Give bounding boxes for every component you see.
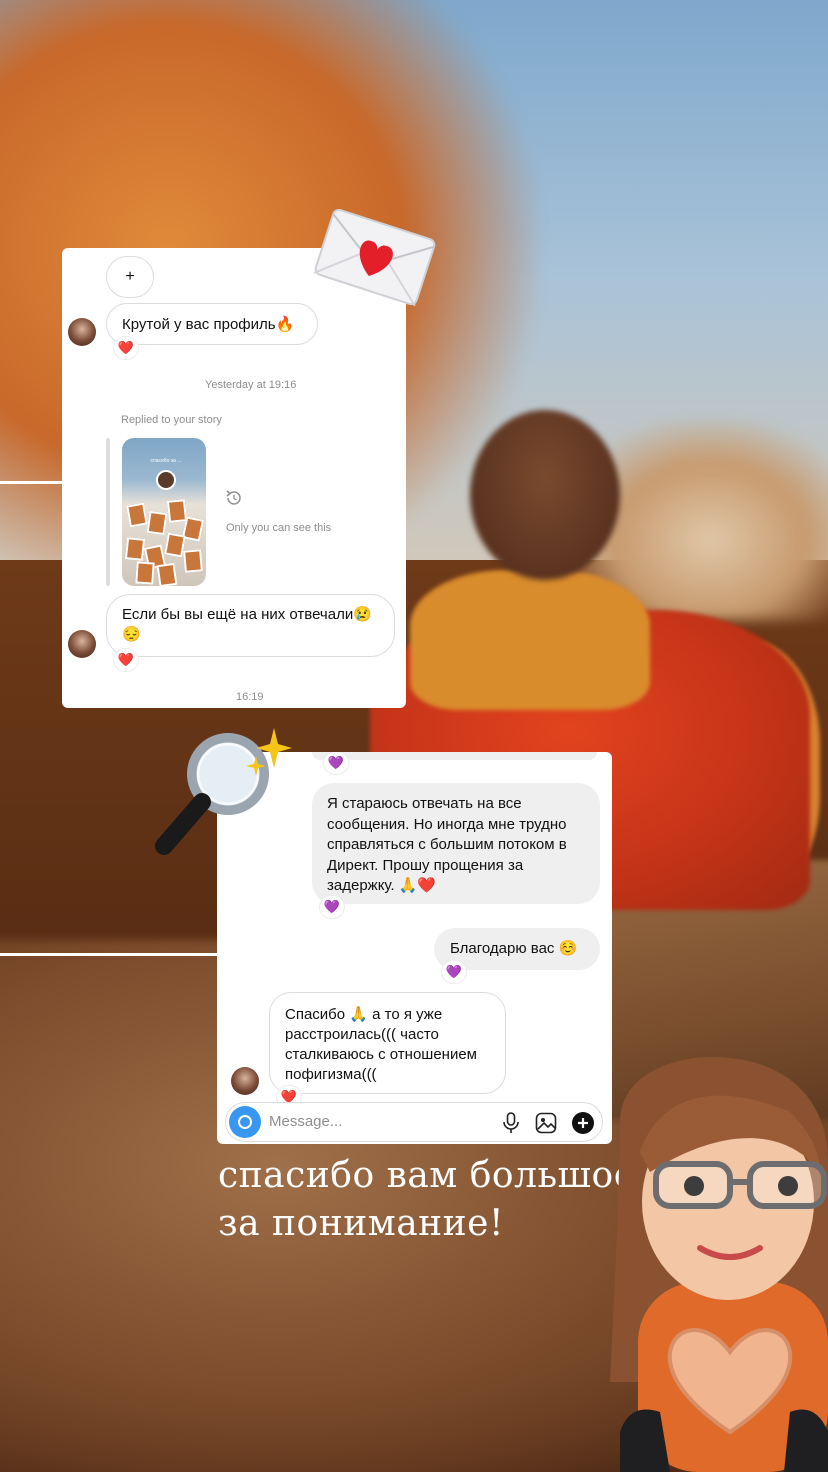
message-text: Я стараюсь отвечать на все [327,795,522,812]
story-preview-text: спасибо за ... [150,458,182,464]
visibility-note: Only you can see this [226,522,332,534]
memoji-heart-hands-icon [610,1056,828,1472]
camera-icon[interactable] [229,1106,261,1138]
reaction-heart[interactable]: ❤️ [114,649,138,671]
message-text: Благодарю вас ☺️ [450,940,578,957]
avatar [68,630,96,658]
message-text: Крутой у вас профиль🔥 [122,316,295,333]
headline-line: за понимание! [218,1203,504,1244]
message-text: пофигизма((( [285,1066,377,1083]
message-text: сталкиваюсь с отношением [285,1046,477,1063]
message-text: 😔 [122,626,141,643]
incoming-message-bubble[interactable]: Спасибо 🙏 а то я уже расстроилась((( час… [269,992,506,1094]
outgoing-message-bubble[interactable]: Я стараюсь отвечать на все сообщения. Но… [312,783,600,904]
gallery-icon[interactable] [535,1112,557,1134]
story-reply-bar [106,438,110,586]
reaction-heart[interactable]: 💜 [324,752,348,774]
message-text: Директ. Прошу прощения за [327,856,524,874]
message-composer[interactable]: Message... [225,1102,603,1142]
story-thumbnail[interactable]: спасибо за ... [122,438,206,586]
message-text: справляться с большим потоком в [327,836,567,853]
message-text: задержку. 🙏❤️ [327,877,437,894]
message-text: Спасибо 🙏 а то я уже [285,1006,443,1023]
incoming-message-bubble[interactable]: Если бы вы ещё на них отвечали😢 😔 [106,594,395,657]
message-input[interactable]: Message... [269,1113,342,1130]
divider-line [0,481,62,484]
divider-line [0,953,218,956]
timestamp: 16:19 [236,691,264,703]
avatar [68,318,96,346]
avatar [231,1067,259,1095]
reaction-heart[interactable]: ❤️ [114,337,138,359]
story-reply-label: Replied to your story [121,414,222,426]
message-text: Если бы вы ещё на них отвечали😢 [122,606,372,623]
headline-line: спасибо вам большое [218,1155,636,1196]
reaction-heart[interactable]: 💜 [320,896,344,918]
replay-icon [226,490,241,505]
incoming-message-bubble[interactable]: Крутой у вас профиль🔥 [106,303,318,345]
envelope-heart-icon [313,208,436,307]
message-text: сообщения. Но иногда мне трудно [327,815,567,833]
timestamp: Yesterday at 19:16 [205,379,297,391]
microphone-icon[interactable] [502,1112,520,1134]
chat-screenshot-1: + Крутой у вас профиль🔥 ❤️ Yesterday at … [62,248,406,708]
reaction-heart[interactable]: 💜 [442,961,466,983]
message-text: расстроилась((( часто [285,1026,439,1043]
add-button[interactable]: + [106,256,154,298]
sparkles-icon [246,728,292,776]
headline: спасибо вам большое за понимание! [218,1152,636,1248]
